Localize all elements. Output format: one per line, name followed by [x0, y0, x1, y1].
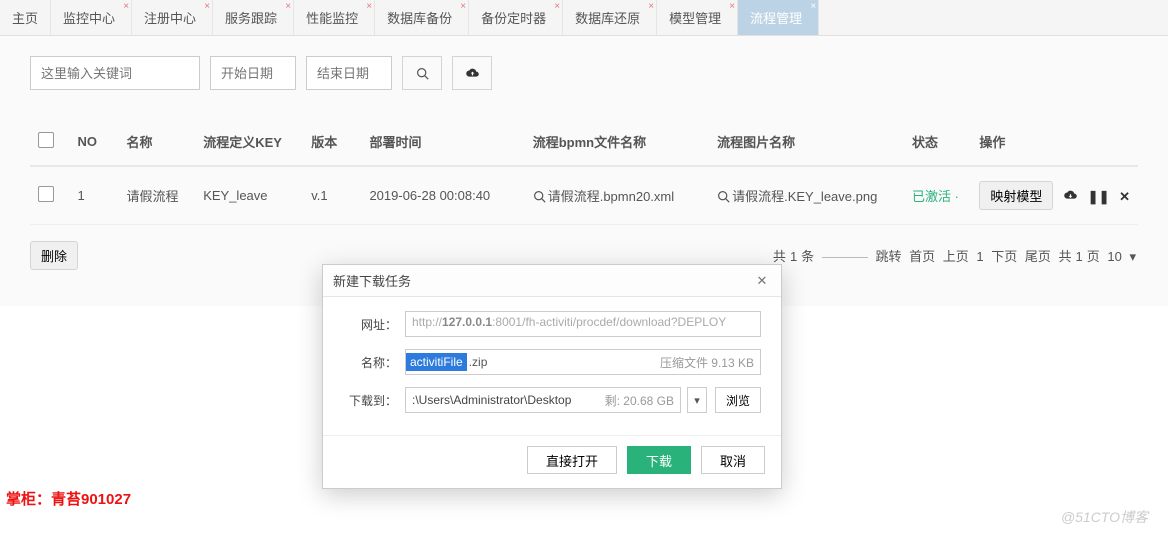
tab-5[interactable]: 数据库备份 ×: [375, 0, 469, 35]
search-icon: [416, 67, 429, 80]
tab-close-icon[interactable]: ×: [729, 1, 735, 12]
browse-button[interactable]: 浏览: [715, 387, 761, 413]
col-bpmn: 流程bpmn文件名称: [525, 118, 709, 166]
col-op: 操作: [971, 118, 1138, 166]
col-deploy-time: 部署时间: [361, 118, 524, 166]
col-defkey: 流程定义KEY: [195, 118, 303, 166]
tab-close-icon[interactable]: ×: [460, 1, 466, 12]
search-toolbar: [30, 56, 1138, 90]
tab-label: 性能监控: [306, 11, 358, 26]
tab-close-icon[interactable]: ×: [554, 1, 560, 12]
tab-bar: 主页 监控中心 × 注册中心 × 服务跟踪 × 性能监控 × 数据库备份 × 备份定时器 × 数据库还原 ×…: [0, 0, 1168, 36]
search-icon: [533, 190, 546, 203]
tab-close-icon[interactable]: ×: [366, 1, 372, 12]
cell-image-link[interactable]: 请假流程.KEY_leave.png: [709, 166, 904, 225]
start-date-input[interactable]: [210, 56, 296, 90]
disk-free: 剩: 20.68 GB: [605, 392, 674, 409]
cell-no: 1: [69, 166, 118, 225]
search-icon: [717, 190, 730, 203]
file-meta: 压缩文件 9.13 KB: [660, 354, 760, 371]
tab-2[interactable]: 注册中心 ×: [132, 0, 213, 35]
tab-label: 数据库还原: [575, 11, 640, 26]
col-no: NO: [69, 118, 118, 166]
tab-close-icon[interactable]: ×: [123, 1, 129, 12]
col-name: 名称: [119, 118, 196, 166]
tab-label: 数据库备份: [387, 11, 452, 26]
tab-close-icon[interactable]: ×: [204, 1, 210, 12]
watermark: @51CTO博客: [1061, 507, 1148, 527]
pager-prev[interactable]: 上页: [943, 249, 969, 264]
tab-label: 服务跟踪: [225, 11, 277, 26]
tab-0[interactable]: 主页: [0, 0, 51, 35]
tab-6[interactable]: 备份定时器 ×: [469, 0, 563, 35]
delete-button[interactable]: 删除: [30, 241, 78, 270]
filename-label: 名称：: [343, 354, 397, 371]
download-icon[interactable]: [1063, 189, 1078, 204]
search-button[interactable]: [402, 56, 442, 90]
cloud-upload-icon: [465, 68, 480, 79]
path-label: 下载到：: [343, 392, 397, 409]
page-size-select[interactable]: 10: [1107, 249, 1121, 264]
url-label: 网址：: [343, 316, 397, 333]
table-row: 1 请假流程 KEY_leave v.1 2019-06-28 00:08:40…: [30, 166, 1138, 225]
pager: 共1条 跳转 首页 上页 1 下页 尾页 共1页 10 ▾: [771, 246, 1138, 265]
tab-label: 主页: [12, 11, 38, 26]
select-all-checkbox[interactable]: [38, 132, 54, 148]
close-icon[interactable]: ✕: [753, 273, 771, 289]
tab-9[interactable]: 流程管理 ×: [738, 0, 819, 35]
tab-label: 流程管理: [750, 11, 802, 26]
pager-last[interactable]: 尾页: [1025, 249, 1051, 264]
cell-name: 请假流程: [119, 166, 196, 225]
col-image: 流程图片名称: [709, 118, 904, 166]
map-model-button[interactable]: 映射模型: [979, 181, 1053, 210]
pause-icon[interactable]: ❚❚: [1088, 189, 1110, 204]
tab-label: 注册中心: [144, 11, 196, 26]
dialog-title: 新建下载任务: [333, 271, 411, 290]
cancel-button[interactable]: 取消: [701, 446, 765, 474]
tab-7[interactable]: 数据库还原 ×: [563, 0, 657, 35]
page-jump-input[interactable]: [822, 257, 868, 258]
tab-label: 模型管理: [669, 11, 721, 26]
author-credit: 掌柜：青苔901027: [6, 488, 131, 509]
tab-8[interactable]: 模型管理 ×: [657, 0, 738, 35]
download-button[interactable]: 下载: [627, 446, 691, 474]
tab-close-icon[interactable]: ×: [285, 1, 291, 12]
row-checkbox[interactable]: [38, 186, 54, 202]
tab-3[interactable]: 服务跟踪 ×: [213, 0, 294, 35]
col-status: 状态: [904, 118, 971, 166]
tab-label: 监控中心: [63, 11, 115, 26]
tab-close-icon[interactable]: ×: [810, 1, 816, 12]
tab-1[interactable]: 监控中心 ×: [51, 0, 132, 35]
keyword-input[interactable]: [30, 56, 200, 90]
tab-label: 备份定时器: [481, 11, 546, 26]
col-version: 版本: [303, 118, 361, 166]
process-table: NO 名称 流程定义KEY 版本 部署时间 流程bpmn文件名称 流程图片名称 …: [30, 118, 1138, 225]
cell-defkey: KEY_leave: [195, 166, 303, 225]
delete-icon[interactable]: ✕: [1119, 189, 1130, 204]
open-direct-button[interactable]: 直接打开: [527, 446, 617, 474]
pager-first[interactable]: 首页: [909, 249, 935, 264]
pager-current: 1: [976, 249, 983, 264]
end-date-input[interactable]: [306, 56, 392, 90]
chevron-down-icon: ▾: [1126, 249, 1136, 264]
download-dialog: 新建下载任务 ✕ 网址： http://127.0.0.1:8001/fh-ac…: [322, 264, 782, 489]
pager-jump[interactable]: 跳转: [875, 249, 901, 264]
cell-bpmn-link[interactable]: 请假流程.bpmn20.xml: [525, 166, 709, 225]
filename-input[interactable]: activitiFile.zip 压缩文件 9.13 KB: [405, 349, 761, 375]
tab-4[interactable]: 性能监控 ×: [294, 0, 375, 35]
url-input[interactable]: http://127.0.0.1:8001/fh-activiti/procde…: [405, 311, 761, 337]
cell-version: v.1: [303, 166, 361, 225]
path-input[interactable]: :\Users\Administrator\Desktop 剩: 20.68 G…: [405, 387, 681, 413]
path-dropdown-button[interactable]: ▾: [687, 387, 707, 413]
cell-deploy-time: 2019-06-28 00:08:40: [361, 166, 524, 225]
status-badge: 已激活: [912, 189, 951, 204]
upload-button[interactable]: [452, 56, 492, 90]
tab-close-icon[interactable]: ×: [648, 1, 654, 12]
pager-next[interactable]: 下页: [991, 249, 1017, 264]
